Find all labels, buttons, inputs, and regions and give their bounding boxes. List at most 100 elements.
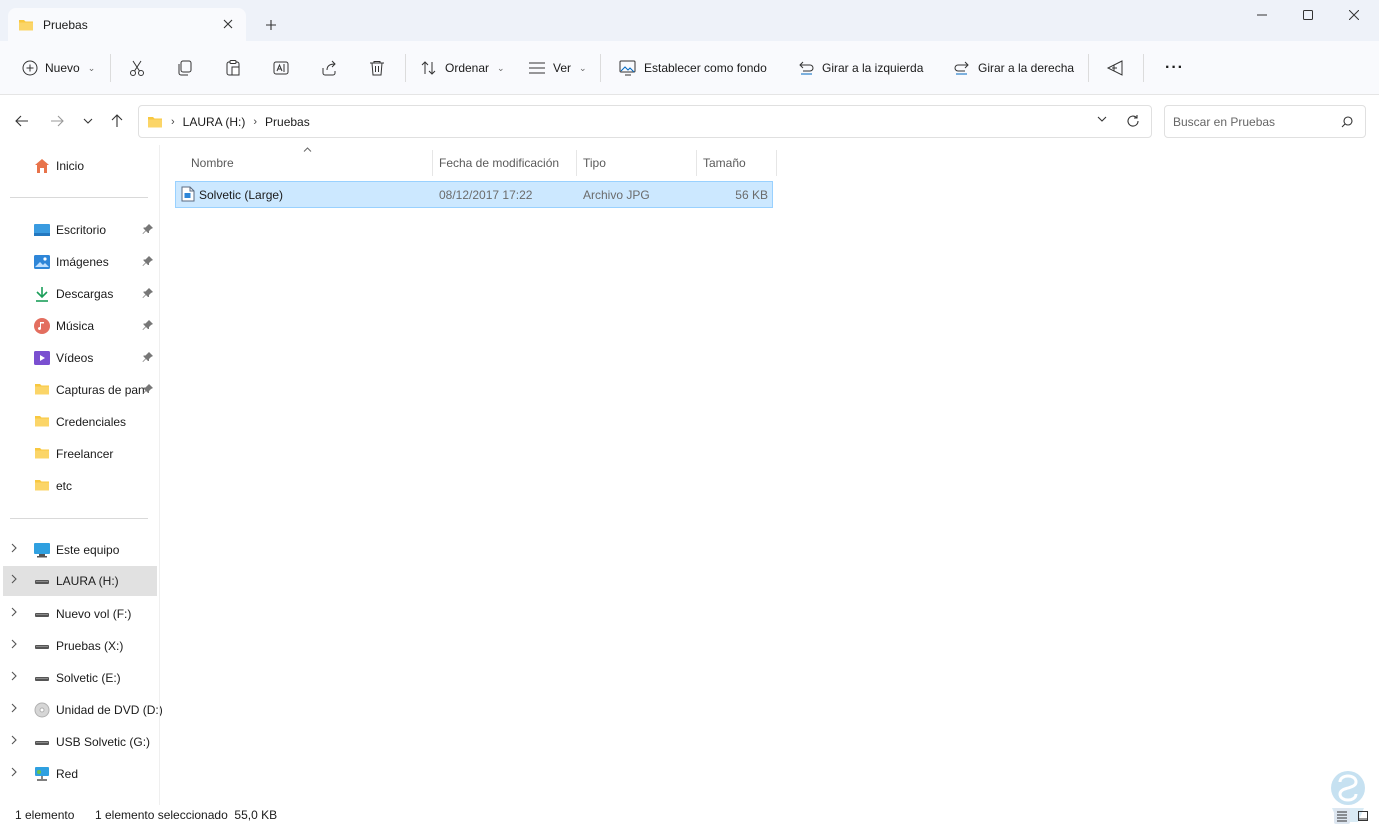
- sidebar-item-credentials[interactable]: Credenciales: [3, 407, 157, 437]
- tab-pruebas[interactable]: Pruebas: [8, 8, 246, 41]
- recent-locations-button[interactable]: [77, 110, 99, 132]
- sidebar-item-label: Unidad de DVD (D:): [56, 703, 163, 717]
- close-tab-icon[interactable]: [220, 16, 236, 32]
- copy-icon: [176, 59, 194, 77]
- paste-button[interactable]: [224, 53, 242, 83]
- column-header-modified[interactable]: Fecha de modificación: [439, 150, 559, 176]
- command-bar: Nuevo ⌄ Ordenar ⌄ Ver ⌄ Establecer como …: [0, 41, 1379, 95]
- details-view-button[interactable]: [1334, 808, 1350, 824]
- column-divider[interactable]: [696, 150, 697, 176]
- sidebar-item-dvd-drive[interactable]: Unidad de DVD (D:): [3, 695, 163, 725]
- pin-icon: [142, 319, 154, 333]
- pane-splitter[interactable]: [159, 145, 160, 805]
- sidebar-item-screenshots[interactable]: Capturas de pan: [3, 375, 157, 405]
- refresh-icon[interactable]: [1126, 114, 1140, 128]
- sidebar-item-label: Freelancer: [56, 447, 114, 461]
- cast-button[interactable]: [1106, 53, 1124, 83]
- sort-ascending-icon: [303, 147, 312, 152]
- view-button[interactable]: Ver ⌄: [528, 53, 587, 83]
- clipboard-icon: [224, 59, 242, 77]
- delete-button[interactable]: [368, 53, 386, 83]
- chevron-right-icon[interactable]: [11, 543, 23, 557]
- scissors-icon: [128, 59, 146, 77]
- chevron-right-icon[interactable]: [11, 574, 23, 588]
- large-icons-view-button[interactable]: [1355, 808, 1371, 824]
- sidebar-item-videos[interactable]: Vídeos: [3, 343, 157, 373]
- column-divider[interactable]: [776, 150, 777, 176]
- rotate-right-button[interactable]: Girar a la derecha: [953, 53, 1074, 83]
- copy-button[interactable]: [176, 53, 194, 83]
- sidebar-item-label: Credenciales: [56, 415, 127, 429]
- view-list-icon: [528, 61, 546, 75]
- sidebar-item-freelancer[interactable]: Freelancer: [3, 439, 157, 469]
- chevron-right-icon[interactable]: [11, 671, 23, 685]
- sidebar-item-pruebas-drive[interactable]: Pruebas (X:): [3, 631, 157, 661]
- column-header-size[interactable]: Tamaño: [703, 150, 746, 176]
- search-icon[interactable]: [1341, 116, 1353, 128]
- minimize-button[interactable]: [1239, 0, 1285, 30]
- address-bar[interactable]: › LAURA (H:) › Pruebas: [138, 105, 1152, 138]
- folder-icon: [34, 478, 50, 494]
- sidebar-item-label: Este equipo: [56, 543, 120, 557]
- sidebar-item-label: Escritorio: [56, 223, 107, 237]
- chevron-right-icon[interactable]: [11, 767, 23, 781]
- chevron-right-icon[interactable]: [11, 703, 23, 717]
- drive-icon: [34, 638, 50, 654]
- up-button[interactable]: [106, 110, 128, 132]
- sidebar-item-home[interactable]: Inicio: [3, 151, 157, 181]
- share-button[interactable]: [320, 53, 338, 83]
- sidebar-item-this-pc[interactable]: Este equipo: [3, 535, 157, 565]
- dvd-icon: [34, 702, 50, 718]
- toolbar-divider: [600, 54, 601, 82]
- sidebar-item-solvetic-drive[interactable]: Solvetic (E:): [3, 663, 157, 693]
- maximize-button[interactable]: [1285, 0, 1331, 30]
- new-tab-button[interactable]: [260, 14, 282, 36]
- sidebar-item-label: Capturas de pan: [56, 383, 145, 397]
- column-header-name[interactable]: Nombre: [191, 150, 234, 176]
- column-divider[interactable]: [432, 150, 433, 176]
- chevron-right-icon[interactable]: [11, 607, 23, 621]
- sidebar-item-nuevo-vol-drive[interactable]: Nuevo vol (F:): [3, 599, 157, 629]
- toolbar-divider: [405, 54, 406, 82]
- sidebar-item-pictures[interactable]: Imágenes: [3, 247, 157, 277]
- chevron-right-icon[interactable]: [11, 735, 23, 749]
- sidebar-item-label: Imágenes: [56, 255, 109, 269]
- sidebar-item-laura-drive[interactable]: LAURA (H:): [3, 566, 157, 596]
- sidebar-item-network[interactable]: Red: [3, 759, 157, 789]
- toolbar-divider: [1088, 54, 1089, 82]
- sort-button[interactable]: Ordenar ⌄: [420, 53, 505, 83]
- rotate-left-icon: [797, 59, 815, 77]
- rename-icon: [272, 59, 290, 77]
- search-box[interactable]: [1164, 105, 1366, 138]
- sidebar-item-label: Pruebas (X:): [56, 639, 124, 653]
- rename-button[interactable]: [272, 53, 290, 83]
- forward-button[interactable]: [46, 110, 68, 132]
- breadcrumb-folder[interactable]: Pruebas: [265, 115, 310, 129]
- column-divider[interactable]: [576, 150, 577, 176]
- sidebar-item-desktop[interactable]: Escritorio: [3, 215, 157, 245]
- address-dropdown-icon[interactable]: [1097, 116, 1107, 122]
- music-icon: [34, 318, 50, 334]
- table-row[interactable]: Solvetic (Large) 08/12/2017 17:22 Archiv…: [175, 181, 773, 208]
- sidebar-item-usb-drive[interactable]: USB Solvetic (G:): [3, 727, 157, 757]
- more-options-button[interactable]: ···: [1165, 53, 1184, 83]
- search-input[interactable]: [1173, 114, 1333, 129]
- rotate-left-button[interactable]: Girar a la izquierda: [797, 53, 923, 83]
- sidebar-item-etc[interactable]: etc: [3, 471, 157, 501]
- file-modified: 08/12/2017 17:22: [439, 188, 533, 202]
- chevron-right-icon[interactable]: [11, 639, 23, 653]
- sidebar-item-music[interactable]: Música: [3, 311, 157, 341]
- sidebar-item-downloads[interactable]: Descargas: [3, 279, 157, 309]
- folder-icon: [34, 382, 50, 398]
- breadcrumb-drive[interactable]: LAURA (H:): [183, 115, 246, 129]
- close-window-button[interactable]: [1331, 0, 1377, 30]
- cut-button[interactable]: [128, 53, 146, 83]
- sidebar-item-label: Música: [56, 319, 95, 333]
- column-header-type[interactable]: Tipo: [583, 150, 606, 176]
- new-button[interactable]: Nuevo ⌄: [22, 53, 95, 83]
- back-button[interactable]: [11, 110, 33, 132]
- folder-icon: [34, 446, 50, 462]
- sidebar-item-label: etc: [56, 479, 73, 493]
- drive-icon: [34, 734, 50, 750]
- set-background-button[interactable]: Establecer como fondo: [619, 53, 767, 83]
